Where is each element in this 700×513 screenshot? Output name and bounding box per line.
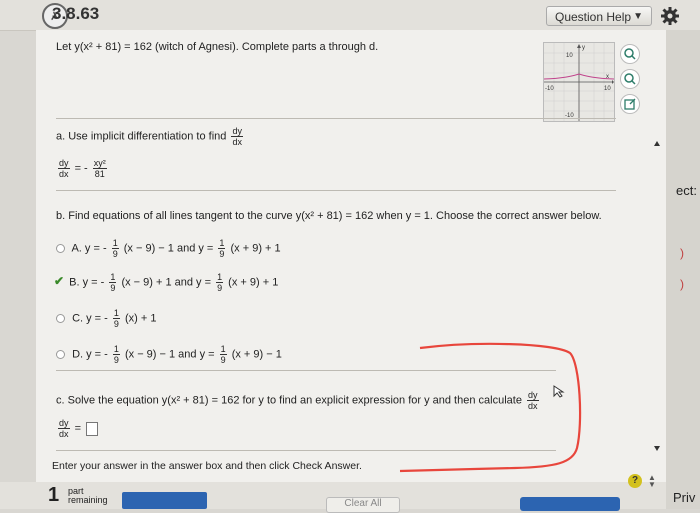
option-text: (x + 9) + 1 [230, 242, 281, 255]
help-toggle-icon[interactable]: ▲ ▼ [648, 474, 656, 489]
frac-den: dx [232, 137, 242, 147]
checkmark-icon: ✔ [54, 274, 65, 289]
popout-icon[interactable] [620, 94, 640, 114]
option-text: (x − 9) + 1 and y = [121, 276, 212, 289]
option-text: (x + 9) + 1 [228, 276, 279, 289]
background-text: ect: [676, 183, 697, 198]
frac-num: dy [231, 126, 243, 137]
curve-graph[interactable]: y x 10 -10 10 -10 [543, 42, 615, 122]
option-letter: D. [72, 348, 84, 361]
part-a-lhs: dy dx [58, 158, 70, 179]
equals-sign: = [74, 422, 82, 435]
frac-num: dy [58, 158, 70, 169]
frac-den: 9 [113, 355, 119, 365]
frac-num: 1 [112, 344, 120, 355]
graph-x-right: 10 [604, 86, 611, 92]
part-a-rhs: xy² 81 [92, 158, 107, 179]
option-text: y = - [86, 312, 108, 325]
frac-num: 1 [218, 238, 226, 249]
top-bar: ✗ 3.8.63 Question Help ▼ [0, 0, 700, 31]
background-window [666, 30, 700, 509]
background-text: ) [680, 277, 684, 291]
graph-y-label: y [582, 45, 585, 51]
graph-plot: y x 10 -10 10 -10 [543, 43, 615, 121]
part-c-lhs: dy dx [58, 418, 70, 439]
background-text: Priv [673, 490, 696, 505]
radio-button[interactable] [56, 350, 65, 359]
option-text: y = - [86, 348, 108, 361]
clear-all-button[interactable]: Clear All [326, 497, 400, 513]
frac-num: 1 [109, 272, 117, 283]
red-annotation-mark [399, 342, 582, 473]
frac-num: 1 [216, 272, 224, 283]
frac-den: 9 [217, 283, 223, 293]
option-text: (x − 9) − 1 and y = [123, 242, 214, 255]
option-letter: C. [72, 312, 84, 325]
option-text: y = - [82, 276, 105, 289]
frac-den: 9 [113, 319, 119, 329]
background-text: ) [680, 246, 684, 260]
frac-num: dy [58, 418, 70, 429]
zoom-in-icon[interactable] [620, 44, 640, 64]
parts-count: 1 [48, 484, 60, 506]
part-b-prompt: b. Find equations of all lines tangent t… [56, 210, 602, 222]
option-b[interactable]: ✔ B. y = - 19 (x − 9) + 1 and y = 19 (x … [54, 272, 278, 293]
graph-x-left: -10 [545, 86, 554, 92]
option-text: y = - [84, 242, 107, 255]
frac-den: dx [59, 429, 69, 439]
frac-den: 9 [219, 249, 225, 259]
part-a-prompt-fraction: dy dx [231, 126, 243, 147]
help-button[interactable]: ? [628, 474, 642, 488]
frac-den: 9 [110, 283, 116, 293]
answer-input[interactable] [86, 421, 99, 436]
problem-number: 3.8.63 [52, 4, 100, 23]
part-a-prompt-text: a. Use implicit differentiation to find [56, 130, 227, 143]
graph-y-top: 10 [566, 53, 573, 59]
problem-statement: Let y(x² + 81) = 162 (witch of Agnesi). … [56, 41, 379, 53]
part-a-prompt: a. Use implicit differentiation to find … [56, 126, 245, 147]
frac-den: 9 [112, 249, 118, 259]
progress-bar [122, 492, 207, 509]
frac-den: dx [59, 169, 69, 179]
option-text: (x + 9) − 1 [231, 348, 282, 361]
gear-icon[interactable] [660, 6, 680, 26]
option-text: (x − 9) − 1 and y = [124, 348, 215, 361]
option-a[interactable]: A. y = - 19 (x − 9) − 1 and y = 19 (x + … [56, 238, 281, 259]
frac-den: 9 [220, 355, 226, 365]
divider [56, 118, 616, 119]
frac-num: 1 [111, 238, 119, 249]
divider [56, 190, 616, 191]
zoom-out-icon[interactable] [620, 69, 640, 89]
instruction-text: Enter your answer in the answer box and … [52, 460, 362, 472]
graph-x-label: x [606, 74, 609, 80]
part-a-answer: dy dx = - xy² 81 [56, 158, 109, 179]
frac-num: 1 [219, 344, 227, 355]
radio-button[interactable] [56, 314, 65, 323]
parts-label-line2: remaining [68, 495, 108, 505]
part-c-answer: dy dx = [56, 418, 99, 439]
option-letter: A. [71, 242, 82, 255]
option-c[interactable]: C. y = - 19 (x) + 1 [56, 308, 156, 329]
question-help-label: Question Help [555, 10, 632, 24]
radio-button[interactable] [56, 244, 65, 253]
chevron-down-icon: ▼ [633, 11, 643, 22]
scroll-down-icon[interactable] [654, 446, 660, 451]
frac-num: 1 [112, 308, 120, 319]
scroll-up-icon[interactable] [654, 141, 660, 146]
option-d[interactable]: D. y = - 19 (x − 9) − 1 and y = 19 (x + … [56, 344, 282, 365]
equals-sign: = - [74, 162, 88, 175]
parts-label: part remaining [68, 487, 108, 505]
option-text: (x) + 1 [124, 312, 157, 325]
option-letter: B. [69, 276, 80, 289]
frac-den: 81 [94, 169, 105, 179]
question-help-button[interactable]: Question Help ▼ [546, 6, 652, 26]
frac-num: xy² [92, 158, 107, 169]
